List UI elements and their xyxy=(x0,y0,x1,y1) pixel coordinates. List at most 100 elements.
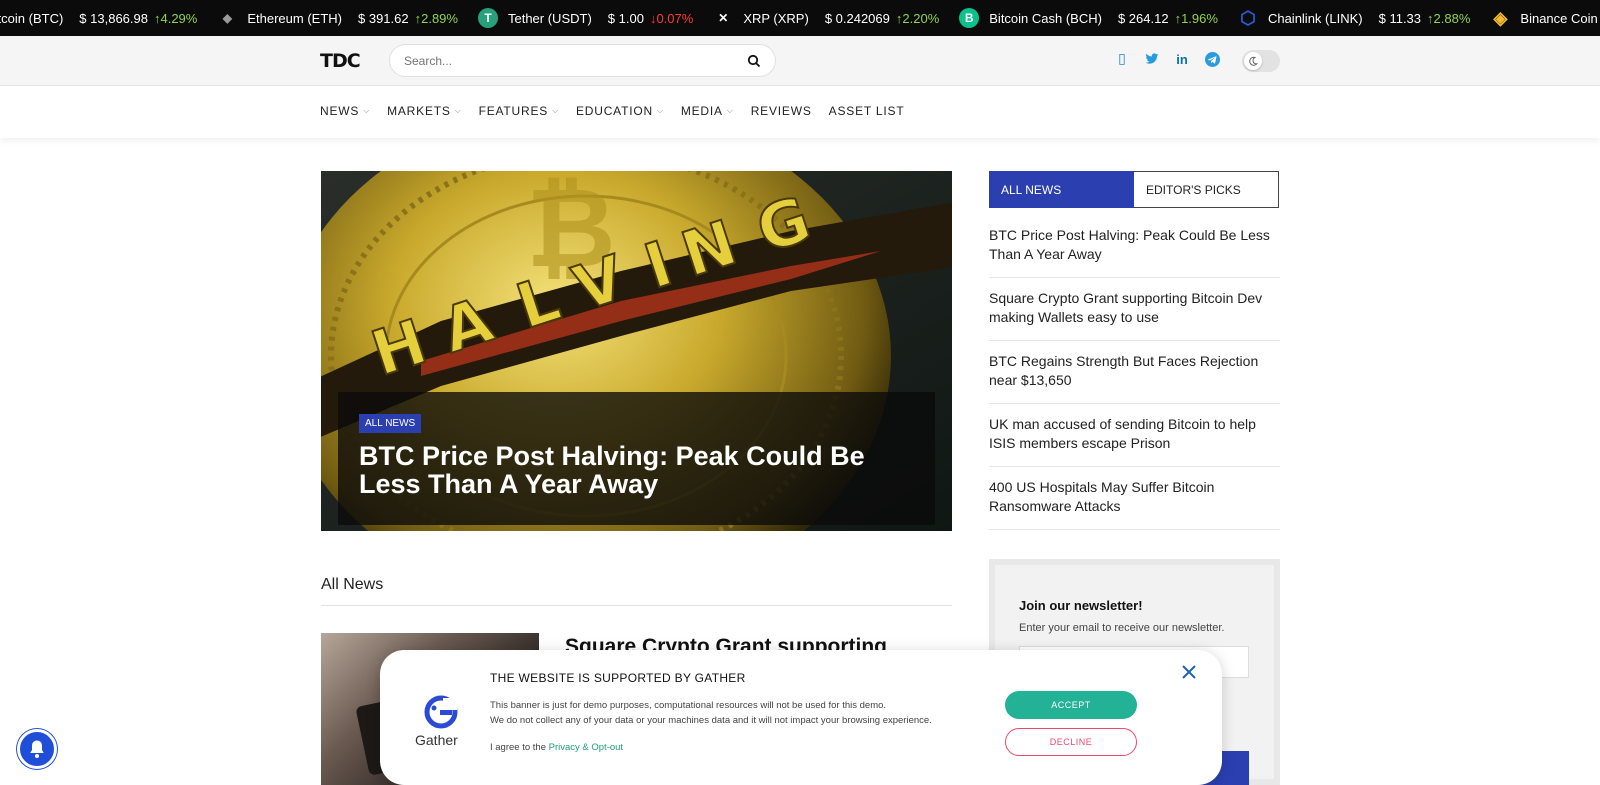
privacy-opt-out-link[interactable]: Privacy & Opt-out xyxy=(549,742,623,753)
ticker-track: Bitcoin (BTC) $ 13,866.98 ↑4.29% ◆ Ethereum … xyxy=(0,0,1600,36)
consent-banner: Gather THE WEBSITE IS SUPPORTED BY GATHE… xyxy=(380,650,1222,785)
ticker-item[interactable]: ◈Binance Coin (BNB)$ 28.71↑0.3 xyxy=(1490,8,1600,28)
twitter-icon[interactable] xyxy=(1144,51,1160,67)
dark-mode-toggle[interactable] xyxy=(1242,50,1280,72)
nav-item-label: FEATURES xyxy=(478,104,549,118)
ticker-change: ↑2.89% xyxy=(414,10,458,26)
xrp-icon: ✕ xyxy=(718,11,729,25)
ticker-name: Bitcoin (BTC) xyxy=(0,10,64,26)
ticker-name: Ethereum (ETH) xyxy=(247,10,342,26)
ticker-price: $ 11.33 xyxy=(1378,10,1422,26)
nav-item-education[interactable]: EDUCATION ⌵ xyxy=(576,104,664,118)
chevron-down-icon: ⌵ xyxy=(656,106,664,115)
bitcoin-cash-icon: B xyxy=(959,8,980,28)
agree-prefix: I agree to the xyxy=(490,742,546,753)
ticker-change: ↑1.96% xyxy=(1174,10,1218,26)
bell-icon xyxy=(30,740,44,758)
category-badge[interactable]: ALL NEWS xyxy=(359,414,422,433)
ticker-item[interactable]: ◆ Ethereum (ETH) $ 391.62 ↑2.89% xyxy=(217,8,458,28)
nav-item-label: NEWS xyxy=(320,104,360,118)
ticker-name: Tether (USDT) xyxy=(507,10,592,26)
nav-item-label: EDUCATION xyxy=(575,104,653,118)
ticker-price: $ 1.00 xyxy=(607,10,644,26)
chevron-down-icon: ⌵ xyxy=(726,106,734,115)
sidebar-news-item[interactable]: BTC Price Post Halving: Peak Could Be Le… xyxy=(989,215,1280,278)
ticker-item[interactable]: B Bitcoin Cash (BCH) $ 264.12 ↑1.96% xyxy=(959,8,1218,28)
sidebar-news-item[interactable]: BTC Regains Strength But Faces Rejection… xyxy=(989,341,1280,404)
ethereum-icon: ◆ xyxy=(222,11,232,25)
sidebar-news-list: BTC Price Post Halving: Peak Could Be Le… xyxy=(989,215,1280,530)
nav-item-label: MARKETS xyxy=(387,104,451,118)
ticker-change: ↑2.88% xyxy=(1427,10,1471,26)
newsletter-title: Join our newsletter! xyxy=(1019,598,1143,613)
accept-button[interactable]: ACCEPT xyxy=(1005,691,1137,719)
gather-g-icon xyxy=(424,695,458,729)
nav-item-reviews[interactable]: REVIEWS xyxy=(751,104,812,118)
main-nav: NEWS ⌵ MARKETS ⌵ FEATURES ⌵ EDUCATION ⌵ MEDIA ⌵ RE… xyxy=(0,86,1600,138)
moon-icon xyxy=(1244,52,1262,70)
newsletter-description: Enter your email to receive our newslett… xyxy=(1019,622,1225,634)
nav-item-asset-list[interactable]: ASSET LIST xyxy=(829,104,905,118)
banner-title: THE WEBSITE IS SUPPORTED BY GATHER xyxy=(490,671,746,685)
banner-agree: I agree to the Privacy & Opt-out xyxy=(490,742,623,753)
ticker-item[interactable]: ⬡ Chainlink (LINK) $ 11.33 ↑2.88% xyxy=(1238,8,1470,28)
decline-button[interactable]: DECLINE xyxy=(1005,728,1137,756)
sidebar-news-item[interactable]: 400 US Hospitals May Suffer Bitcoin Rans… xyxy=(989,467,1280,530)
site-logo[interactable]: TDC xyxy=(320,50,361,72)
nav-item-media[interactable]: MEDIA ⌵ xyxy=(681,104,734,118)
chevron-down-icon: ⌵ xyxy=(552,106,559,115)
close-icon[interactable] xyxy=(1180,663,1198,681)
banner-line-2: We do not collect any of your data or yo… xyxy=(490,715,932,726)
top-header: TDC ▯ in xyxy=(0,36,1600,86)
social-links: ▯ in xyxy=(1114,51,1220,67)
nav-list: NEWS ⌵ MARKETS ⌵ FEATURES ⌵ EDUCATION ⌵ MEDIA ⌵ RE… xyxy=(320,104,921,118)
ticker-name: Chainlink (LINK) xyxy=(1267,10,1363,26)
section-divider xyxy=(321,605,952,606)
nav-item-features[interactable]: FEATURES ⌵ xyxy=(479,104,559,118)
hero-caption: ALL NEWS BTC Price Post Halving: Peak Co… xyxy=(338,392,935,525)
ticker-change: ↑4.29% xyxy=(153,10,198,26)
sidebar-news-item[interactable]: UK man accused of sending Bitcoin to hel… xyxy=(989,404,1280,467)
ticker-change: ↑2.20% xyxy=(895,10,940,26)
banner-line-1: This banner is just for demo purposes, c… xyxy=(490,700,887,711)
section-title: All News xyxy=(321,576,384,593)
search-bar[interactable] xyxy=(389,44,776,77)
ticker-item[interactable]: Bitcoin (BTC) $ 13,866.98 ↑4.29% xyxy=(0,11,197,26)
notification-bell-button[interactable] xyxy=(17,729,57,769)
chainlink-icon: ⬡ xyxy=(1240,7,1256,28)
tab-editors-picks[interactable]: EDITOR'S PICKS xyxy=(1134,171,1279,208)
gather-logo xyxy=(416,694,466,735)
sidebar-news-item[interactable]: Square Crypto Grant supporting Bitcoin D… xyxy=(989,278,1280,341)
search-input[interactable] xyxy=(404,51,724,71)
binance-icon: ◈ xyxy=(1493,7,1508,28)
hero-title[interactable]: BTC Price Post Halving: Peak Could Be Le… xyxy=(359,442,919,498)
chevron-down-icon: ⌵ xyxy=(363,106,371,115)
linkedin-icon[interactable]: in xyxy=(1174,51,1190,67)
nav-item-news[interactable]: NEWS ⌵ xyxy=(320,104,370,118)
telegram-icon[interactable] xyxy=(1204,51,1220,67)
ticker-name: Bitcoin Cash (BCH) xyxy=(989,10,1102,26)
nav-item-label: MEDIA xyxy=(680,104,723,118)
ticker-item[interactable]: T Tether (USDT) $ 1.00 ↓0.07% xyxy=(477,8,694,28)
tether-icon: T xyxy=(477,8,498,28)
sidebar-tabs: ALL NEWS EDITOR'S PICKS xyxy=(989,171,1280,208)
search-icon[interactable] xyxy=(747,54,761,68)
nav-item-label: REVIEWS xyxy=(750,104,812,118)
hero-article[interactable]: ₿ H A L V I N G ALL NEWS BTC Price Post … xyxy=(321,171,952,531)
tab-all-news[interactable]: ALL NEWS xyxy=(989,171,1134,208)
ticker-name: Binance Coin (BNB) xyxy=(1520,10,1600,26)
gather-brand-label: Gather xyxy=(415,732,458,748)
ticker-price: $ 264.12 xyxy=(1117,10,1169,26)
ticker-change: ↓0.07% xyxy=(649,10,694,26)
chevron-down-icon: ⌵ xyxy=(454,106,462,115)
ticker-item[interactable]: ✕ XRP (XRP) $ 0.242069 ↑2.20% xyxy=(713,8,939,28)
ticker-name: XRP (XRP) xyxy=(743,10,809,26)
ticker-price: $ 0.242069 xyxy=(824,10,890,26)
nav-item-markets[interactable]: MARKETS ⌵ xyxy=(387,104,461,118)
ticker-price: $ 391.62 xyxy=(358,10,409,26)
banner-text: This banner is just for demo purposes, c… xyxy=(490,698,932,728)
ticker-price: $ 13,866.98 xyxy=(79,10,148,26)
price-ticker: Bitcoin (BTC) $ 13,866.98 ↑4.29% ◆ Ethereum … xyxy=(0,0,1600,36)
nav-item-label: ASSET LIST xyxy=(828,104,905,118)
facebook-icon[interactable]: ▯ xyxy=(1114,51,1130,67)
